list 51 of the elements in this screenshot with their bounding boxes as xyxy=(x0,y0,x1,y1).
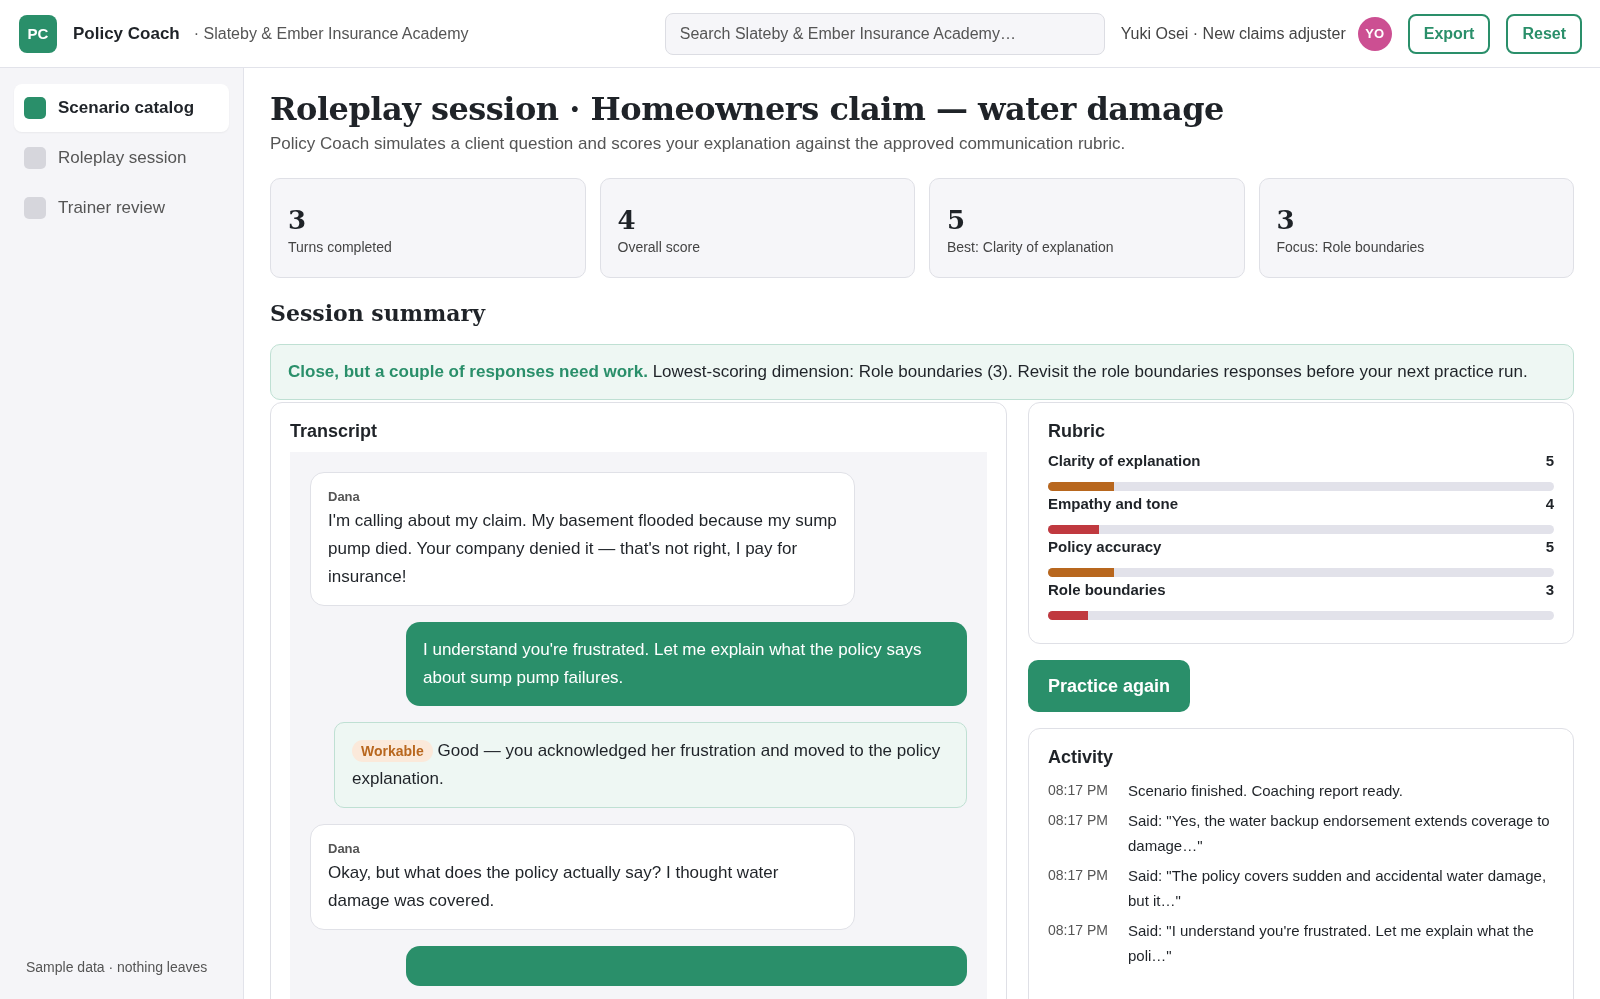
rubric-score: 4 xyxy=(1545,495,1554,512)
stat-value: 3 xyxy=(1276,205,1295,235)
agent-message: I understand you're frustrated. Let me explain what the policy says about sump pump failures. xyxy=(406,622,967,706)
activity-time: 08:17 PM xyxy=(1048,811,1109,830)
practice-again-button[interactable]: Practice again xyxy=(1028,660,1191,712)
stat-label: Best: Clarity of explanation xyxy=(947,239,1115,255)
page-subtitle: Policy Coach simulates a client question and scores your explanation against the approved communication rubric. xyxy=(270,134,1127,154)
activity-text: Said: "I understand you're frustrated. Let me explain what the poli…" xyxy=(1128,921,1535,966)
page-title: Roleplay session · Homeowners claim — water damage xyxy=(270,90,1225,128)
activity-time: 08:17 PM xyxy=(1048,866,1109,885)
user-label: Yuki Osei · New claims adjuster xyxy=(1120,24,1346,43)
client-message: Dana I'm calling about my claim. My basement flooded because my sump pump died. Your company denied it — that's not right, I pay for insurance! xyxy=(310,472,855,606)
activity-time: 08:17 PM xyxy=(1048,781,1109,800)
sidebar-footer-note: Sample data · nothing leaves xyxy=(25,959,209,975)
feedback-note: Workable Good — you acknowledged her frustration and moved to the policy explanation. xyxy=(334,722,967,808)
stat-value: 5 xyxy=(947,205,966,235)
search-field[interactable]: Search Slateby & Ember Insurance Academy… xyxy=(664,12,1105,55)
panel-heading: Activity xyxy=(1048,747,1115,768)
header-button[interactable]: Export xyxy=(1407,13,1491,54)
rubric-score: 3 xyxy=(1545,581,1554,598)
user-avatar[interactable]: YO xyxy=(1357,16,1392,51)
app-name: Policy Coach xyxy=(73,23,180,44)
sidebar-item[interactable]: Trainer review xyxy=(14,184,229,232)
header-button[interactable]: Reset xyxy=(1506,13,1582,54)
rubric-label: Role boundaries xyxy=(1048,581,1166,598)
activity-text: Said: "The policy covers sudden and accidental water damage, but it…" xyxy=(1128,866,1548,911)
rubric-label: Policy accuracy xyxy=(1048,538,1162,555)
activity-text: Said: "Yes, the water backup endorsement extends coverage to damage…" xyxy=(1128,811,1551,856)
client-message: Dana Okay, but what does the policy actually say? I thought water damage was covered. xyxy=(310,824,855,930)
square-icon xyxy=(24,197,46,219)
activity-text: Scenario finished. Coaching report ready. xyxy=(1128,781,1404,801)
rubric-label: Empathy and tone xyxy=(1048,495,1178,512)
section-heading: Session summary xyxy=(270,300,487,326)
square-icon xyxy=(24,97,46,119)
summary-banner: Close, but a couple of responses need work. Lowest-scoring dimension: Role boundaries (3). Revisit the role boundaries responses before your next practice run. xyxy=(270,344,1574,400)
panel-heading: Transcript xyxy=(290,421,379,442)
sidebar-item[interactable]: Roleplay session xyxy=(14,134,229,182)
stat-value: 3 xyxy=(288,205,307,235)
stat-label: Overall score xyxy=(617,239,701,255)
stat-label: Focus: Role boundaries xyxy=(1276,239,1426,255)
stat-label: Turns completed xyxy=(288,239,393,255)
panel-heading: Rubric xyxy=(1048,421,1106,442)
activity-time: 08:17 PM xyxy=(1048,921,1109,940)
rubric-score: 5 xyxy=(1545,538,1554,555)
rubric-score: 5 xyxy=(1545,452,1554,469)
stat-value: 4 xyxy=(617,205,636,235)
rubric-label: Clarity of explanation xyxy=(1048,452,1201,469)
organization-name: · Slateby & Ember Insurance Academy xyxy=(193,24,469,43)
square-icon xyxy=(24,147,46,169)
app-logo: PC xyxy=(19,14,57,53)
sidebar-item[interactable]: Scenario catalog xyxy=(14,84,229,132)
